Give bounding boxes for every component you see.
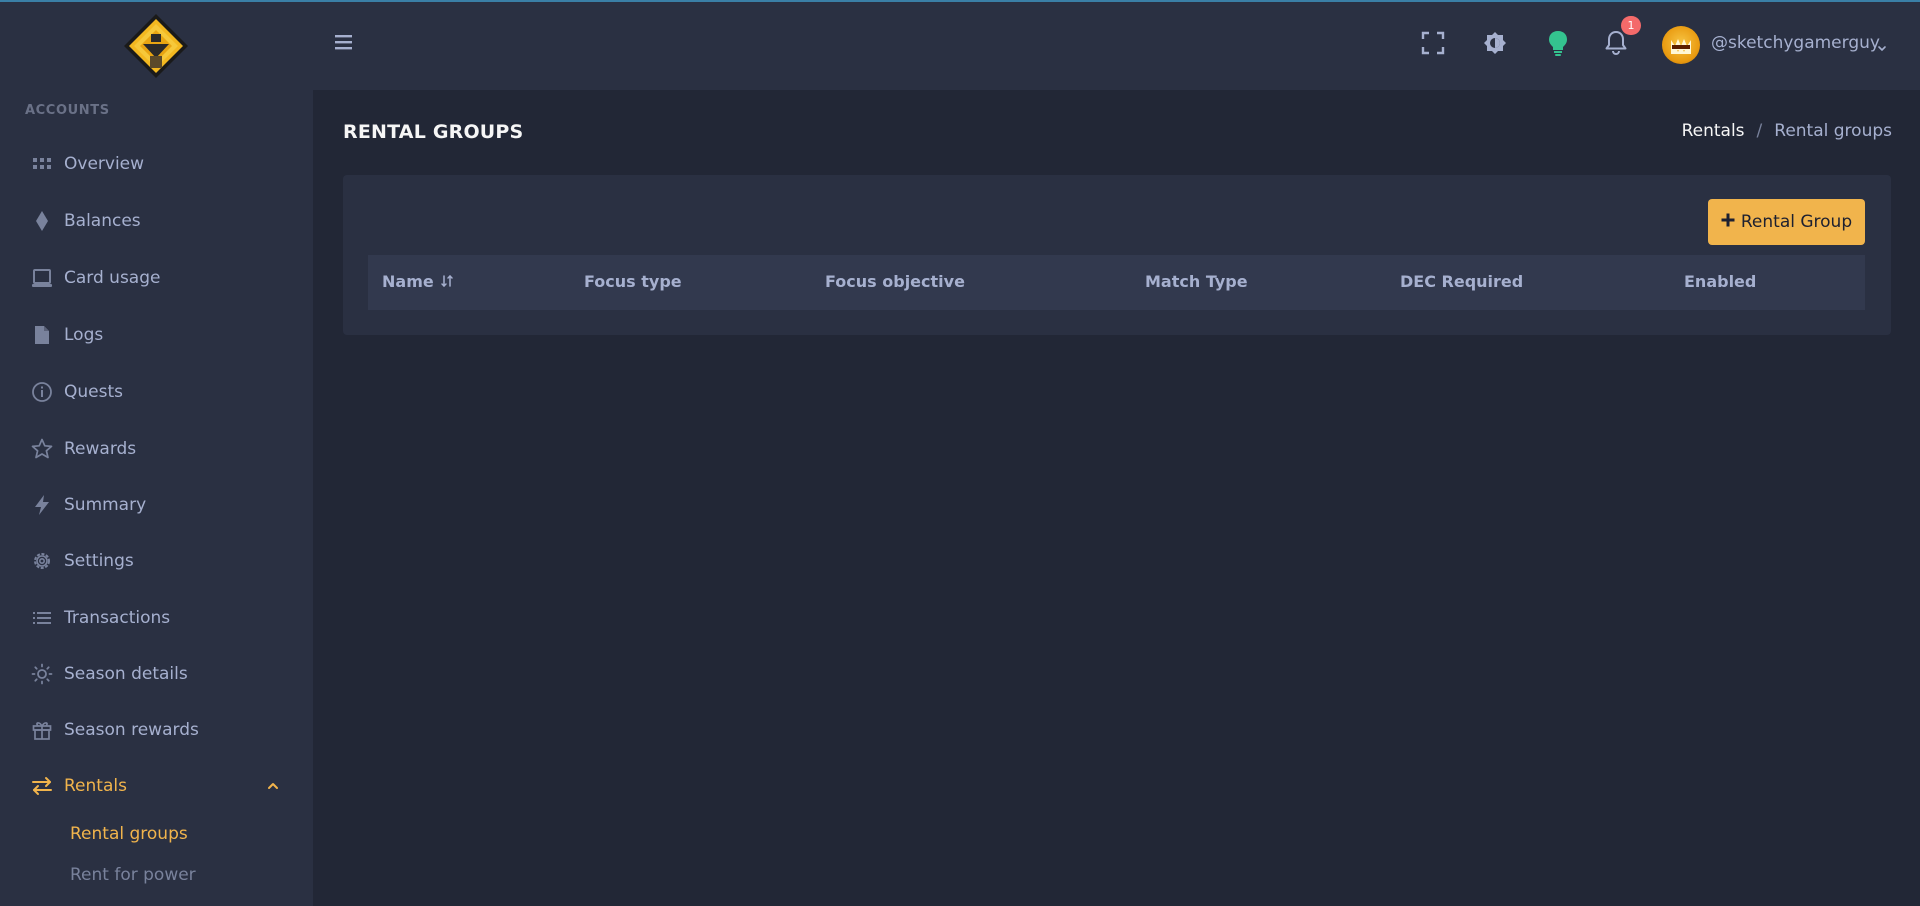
submenu-item-rent-for-power[interactable]: Rent for power bbox=[70, 865, 196, 885]
sidebar: ACCOUNTS Overview Balances Card usage Lo… bbox=[0, 0, 313, 906]
diamond-icon bbox=[30, 209, 54, 233]
sidebar-item-label: Quests bbox=[64, 382, 123, 402]
file-icon bbox=[30, 323, 54, 347]
sidebar-item-transactions[interactable]: Transactions bbox=[0, 596, 313, 640]
breadcrumb-current: Rental groups bbox=[1774, 121, 1892, 141]
add-button-label: Rental Group bbox=[1740, 212, 1853, 232]
sidebar-item-card-usage[interactable]: Card usage bbox=[0, 256, 313, 300]
sidebar-item-label: Summary bbox=[64, 495, 147, 515]
sort-icon[interactable] bbox=[440, 273, 454, 288]
theme-toggle-icon[interactable] bbox=[1480, 28, 1510, 58]
page-title: RENTAL GROUPS bbox=[343, 121, 524, 143]
sidebar-item-settings[interactable]: Settings bbox=[0, 539, 313, 583]
sidebar-item-logs[interactable]: Logs bbox=[0, 313, 313, 357]
sidebar-item-rewards[interactable]: Rewards bbox=[0, 427, 313, 471]
top-accent-line bbox=[0, 0, 1920, 2]
breadcrumb-separator: / bbox=[1756, 121, 1763, 141]
submenu-item-rental-groups[interactable]: Rental groups bbox=[70, 824, 188, 844]
list-icon bbox=[30, 606, 54, 630]
sun-icon bbox=[30, 662, 54, 686]
sidebar-item-label: Overview bbox=[64, 154, 145, 174]
sidebar-item-rentals[interactable]: Rentals bbox=[0, 764, 313, 808]
avatar[interactable] bbox=[1662, 26, 1700, 64]
username-label[interactable]: @sketchygamerguy bbox=[1711, 33, 1880, 53]
info-icon bbox=[30, 380, 54, 404]
sidebar-item-label: Season rewards bbox=[64, 720, 199, 740]
column-header-dec-required[interactable]: DEC Required bbox=[1400, 272, 1523, 291]
table-header-row: Name Focus type Focus objective Match Ty… bbox=[368, 255, 1865, 310]
breadcrumb: Rentals / Rental groups bbox=[1682, 121, 1892, 141]
chevron-up-icon bbox=[264, 777, 282, 795]
sidebar-item-label: Card usage bbox=[64, 268, 161, 288]
column-label: Name bbox=[382, 272, 434, 291]
column-header-name[interactable]: Name bbox=[382, 272, 454, 291]
column-header-focus-objective[interactable]: Focus objective bbox=[825, 272, 965, 291]
menu-section-title: ACCOUNTS bbox=[25, 103, 110, 118]
sidebar-item-summary[interactable]: Summary bbox=[0, 483, 313, 527]
sidebar-item-label: Logs bbox=[64, 325, 104, 345]
fullscreen-icon[interactable] bbox=[1418, 28, 1448, 58]
laptop-icon bbox=[30, 266, 54, 290]
bolt-icon bbox=[30, 493, 54, 517]
sidebar-item-label: Settings bbox=[64, 551, 134, 571]
add-rental-group-button[interactable]: Rental Group bbox=[1708, 199, 1865, 245]
sidebar-item-label: Rewards bbox=[64, 439, 137, 459]
column-header-focus-type[interactable]: Focus type bbox=[584, 272, 682, 291]
star-icon bbox=[30, 437, 54, 461]
sidebar-item-overview[interactable]: Overview bbox=[0, 142, 313, 186]
sidebar-item-quests[interactable]: Quests bbox=[0, 370, 313, 414]
plus-icon bbox=[1721, 212, 1735, 232]
lightbulb-icon[interactable] bbox=[1543, 28, 1573, 58]
sidebar-item-balances[interactable]: Balances bbox=[0, 199, 313, 243]
column-header-enabled[interactable]: Enabled bbox=[1684, 272, 1756, 291]
sidebar-item-label: Transactions bbox=[64, 608, 171, 628]
chevron-down-icon[interactable] bbox=[1876, 39, 1888, 52]
sidebar-item-label: Season details bbox=[64, 664, 188, 684]
app-logo[interactable] bbox=[120, 12, 192, 80]
sidebar-item-season-rewards[interactable]: Season rewards bbox=[0, 708, 313, 752]
gear-icon bbox=[30, 549, 54, 573]
swap-icon bbox=[30, 774, 54, 798]
grid-icon bbox=[30, 152, 54, 176]
hamburger-menu-icon[interactable] bbox=[333, 32, 355, 52]
sidebar-item-label: Balances bbox=[64, 211, 141, 231]
breadcrumb-link-rentals[interactable]: Rentals bbox=[1682, 121, 1745, 141]
gift-icon bbox=[30, 718, 54, 742]
notification-badge: 1 bbox=[1621, 16, 1641, 35]
sidebar-item-season-details[interactable]: Season details bbox=[0, 652, 313, 696]
column-header-match-type[interactable]: Match Type bbox=[1145, 272, 1248, 291]
sidebar-item-label: Rentals bbox=[64, 776, 127, 796]
